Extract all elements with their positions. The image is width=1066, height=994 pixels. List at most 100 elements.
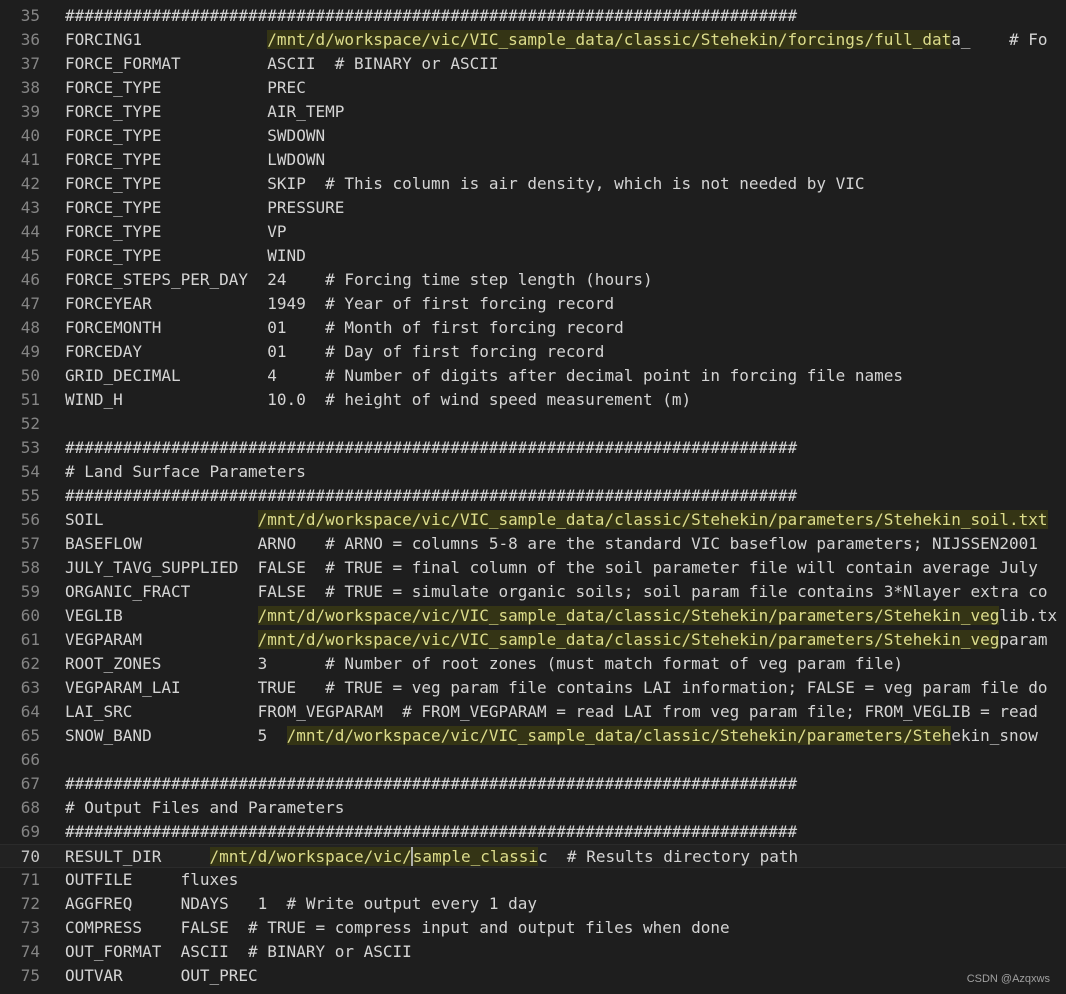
line-text: ########################################… (65, 822, 798, 841)
code-line-67[interactable]: 67 ######################################… (0, 772, 1066, 796)
line-number: 65 (20, 726, 40, 745)
code-line-71[interactable]: 71 OUTFILE fluxes (0, 868, 1066, 892)
line-number: 71 (20, 870, 40, 889)
code-line-60[interactable]: 60 VEGLIB /mnt/d/workspace/vic/VIC_sample… (0, 604, 1066, 628)
line-text: VEGPARAM_LAI TRUE # TRUE = veg param fil… (65, 678, 1048, 697)
code-line-65[interactable]: 65 SNOW_BAND 5 /mnt/d/workspace/vic/VIC_s… (0, 724, 1066, 748)
code-line-39[interactable]: 39 FORCE_TYPE AIR_TEMP (0, 100, 1066, 124)
path-value: /mnt/d/workspace/vic/VIC_sample_data/cla… (257, 630, 1000, 649)
code-line-48[interactable]: 48 FORCEMONTH 01 # Month of first forcing… (0, 316, 1066, 340)
code-line-56[interactable]: 56 SOIL /mnt/d/workspace/vic/VIC_sample_d… (0, 508, 1066, 532)
code-line-62[interactable]: 62 ROOT_ZONES 3 # Number of root zones (m… (0, 652, 1066, 676)
code-line-61[interactable]: 61 VEGPARAM /mnt/d/workspace/vic/VIC_samp… (0, 628, 1066, 652)
line-number: 70 (20, 847, 40, 866)
line-number: 35 (20, 6, 40, 25)
line-text: ########################################… (65, 486, 798, 505)
code-line-63[interactable]: 63 VEGPARAM_LAI TRUE # TRUE = veg param f… (0, 676, 1066, 700)
config-key: VEGPARAM (65, 630, 143, 649)
code-line-58[interactable]: 58 JULY_TAVG_SUPPLIED FALSE # TRUE = fina… (0, 556, 1066, 580)
line-number: 61 (20, 630, 40, 649)
code-line-40[interactable]: 40 FORCE_TYPE SWDOWN (0, 124, 1066, 148)
line-number: 74 (20, 942, 40, 961)
line-tail: param (999, 630, 1048, 649)
path-value: /mnt/d/workspace/vic/ (209, 847, 412, 866)
code-line-44[interactable]: 44 FORCE_TYPE VP (0, 220, 1066, 244)
line-number: 39 (20, 102, 40, 121)
line-text: ROOT_ZONES 3 # Number of root zones (mus… (65, 654, 904, 673)
line-text: FORCE_TYPE PREC (65, 78, 306, 97)
line-number: 55 (20, 486, 40, 505)
path-value: /mnt/d/workspace/vic/VIC_sample_data/cla… (286, 726, 952, 745)
line-text: FORCE_TYPE AIR_TEMP (65, 102, 345, 121)
code-line-75[interactable]: 75 OUTVAR OUT_PREC (0, 964, 1066, 988)
code-line-66[interactable]: 66 (0, 748, 1066, 772)
line-text: FORCEYEAR 1949 # Year of first forcing r… (65, 294, 615, 313)
line-text: FORCEDAY 01 # Day of first forcing recor… (65, 342, 605, 361)
line-text: # Land Surface Parameters (65, 462, 306, 481)
code-line-57[interactable]: 57 BASEFLOW ARNO # ARNO = columns 5-8 are… (0, 532, 1066, 556)
line-text: ########################################… (65, 438, 798, 457)
code-line-68[interactable]: 68 # Output Files and Parameters (0, 796, 1066, 820)
path-value: /mnt/d/workspace/vic/VIC_sample_data/cla… (257, 606, 1000, 625)
line-text: AGGFREQ NDAYS 1 # Write output every 1 d… (65, 894, 538, 913)
line-number: 54 (20, 462, 40, 481)
code-line-46[interactable]: 46 FORCE_STEPS_PER_DAY 24 # Forcing time … (0, 268, 1066, 292)
line-number: 46 (20, 270, 40, 289)
code-line-38[interactable]: 38 FORCE_TYPE PREC (0, 76, 1066, 100)
code-line-49[interactable]: 49 FORCEDAY 01 # Day of first forcing rec… (0, 340, 1066, 364)
code-line-73[interactable]: 73 COMPRESS FALSE # TRUE = compress input… (0, 916, 1066, 940)
line-text: ########################################… (65, 6, 798, 25)
code-line-59[interactable]: 59 ORGANIC_FRACT FALSE # TRUE = simulate … (0, 580, 1066, 604)
line-tail: lib.tx (999, 606, 1058, 625)
line-number: 53 (20, 438, 40, 457)
line-text: FORCEMONTH 01 # Month of first forcing r… (65, 318, 624, 337)
code-line-72[interactable]: 72 AGGFREQ NDAYS 1 # Write output every 1… (0, 892, 1066, 916)
path-value: /mnt/d/workspace/vic/VIC_sample_data/cla… (257, 510, 1048, 529)
code-line-52[interactable]: 52 (0, 412, 1066, 436)
line-text: FORCE_STEPS_PER_DAY 24 # Forcing time st… (65, 270, 653, 289)
code-editor[interactable]: 35 ######################################… (0, 0, 1066, 994)
text-cursor[interactable]: sample_classi (410, 847, 539, 866)
line-number: 63 (20, 678, 40, 697)
line-number: 42 (20, 174, 40, 193)
line-number: 67 (20, 774, 40, 793)
code-line-64[interactable]: 64 LAI_SRC FROM_VEGPARAM # FROM_VEGPARAM … (0, 700, 1066, 724)
line-text: FORCE_TYPE VP (65, 222, 287, 241)
code-line-43[interactable]: 43 FORCE_TYPE PRESSURE (0, 196, 1066, 220)
code-line-41[interactable]: 41 FORCE_TYPE LWDOWN (0, 148, 1066, 172)
line-text: OUTVAR OUT_PREC (65, 966, 258, 985)
line-tail: a_ # Fo (951, 30, 1048, 49)
code-line-50[interactable]: 50 GRID_DECIMAL 4 # Number of digits afte… (0, 364, 1066, 388)
code-line-69[interactable]: 69 ######################################… (0, 820, 1066, 844)
line-text: # Output Files and Parameters (65, 798, 345, 817)
line-number: 58 (20, 558, 40, 577)
line-number: 64 (20, 702, 40, 721)
line-number: 73 (20, 918, 40, 937)
code-line-35[interactable]: 35 ######################################… (0, 4, 1066, 28)
config-key: VEGLIB (65, 606, 123, 625)
line-text: LAI_SRC FROM_VEGPARAM # FROM_VEGPARAM = … (65, 702, 1038, 721)
line-text: ########################################… (65, 774, 798, 793)
code-line-55[interactable]: 55 ######################################… (0, 484, 1066, 508)
line-tail: c # Results directory path (538, 847, 799, 866)
code-line-54[interactable]: 54 # Land Surface Parameters (0, 460, 1066, 484)
line-number: 75 (20, 966, 40, 985)
code-line-42[interactable]: 42 FORCE_TYPE SKIP # This column is air d… (0, 172, 1066, 196)
code-line-51[interactable]: 51 WIND_H 10.0 # height of wind speed mea… (0, 388, 1066, 412)
config-key: SNOW_BAND (65, 726, 152, 745)
code-line-45[interactable]: 45 FORCE_TYPE WIND (0, 244, 1066, 268)
code-line-47[interactable]: 47 FORCEYEAR 1949 # Year of first forcing… (0, 292, 1066, 316)
line-text: FORCE_FORMAT ASCII # BINARY or ASCII (65, 54, 499, 73)
line-text: FORCE_TYPE SKIP # This column is air den… (65, 174, 865, 193)
config-key: FORCING1 (65, 30, 143, 49)
code-line-36[interactable]: 36 FORCING1 /mnt/d/workspace/vic/VIC_samp… (0, 28, 1066, 52)
line-number: 41 (20, 150, 40, 169)
code-line-74[interactable]: 74 OUT_FORMAT ASCII # BINARY or ASCII (0, 940, 1066, 964)
line-number: 38 (20, 78, 40, 97)
code-line-37[interactable]: 37 FORCE_FORMAT ASCII # BINARY or ASCII (0, 52, 1066, 76)
code-line-70-current[interactable]: 70 RESULT_DIR /mnt/d/workspace/vic/sample… (0, 844, 1066, 868)
line-text: JULY_TAVG_SUPPLIED FALSE # TRUE = final … (65, 558, 1038, 577)
line-tail: ekin_snow (951, 726, 1038, 745)
line-number: 68 (20, 798, 40, 817)
code-line-53[interactable]: 53 ######################################… (0, 436, 1066, 460)
